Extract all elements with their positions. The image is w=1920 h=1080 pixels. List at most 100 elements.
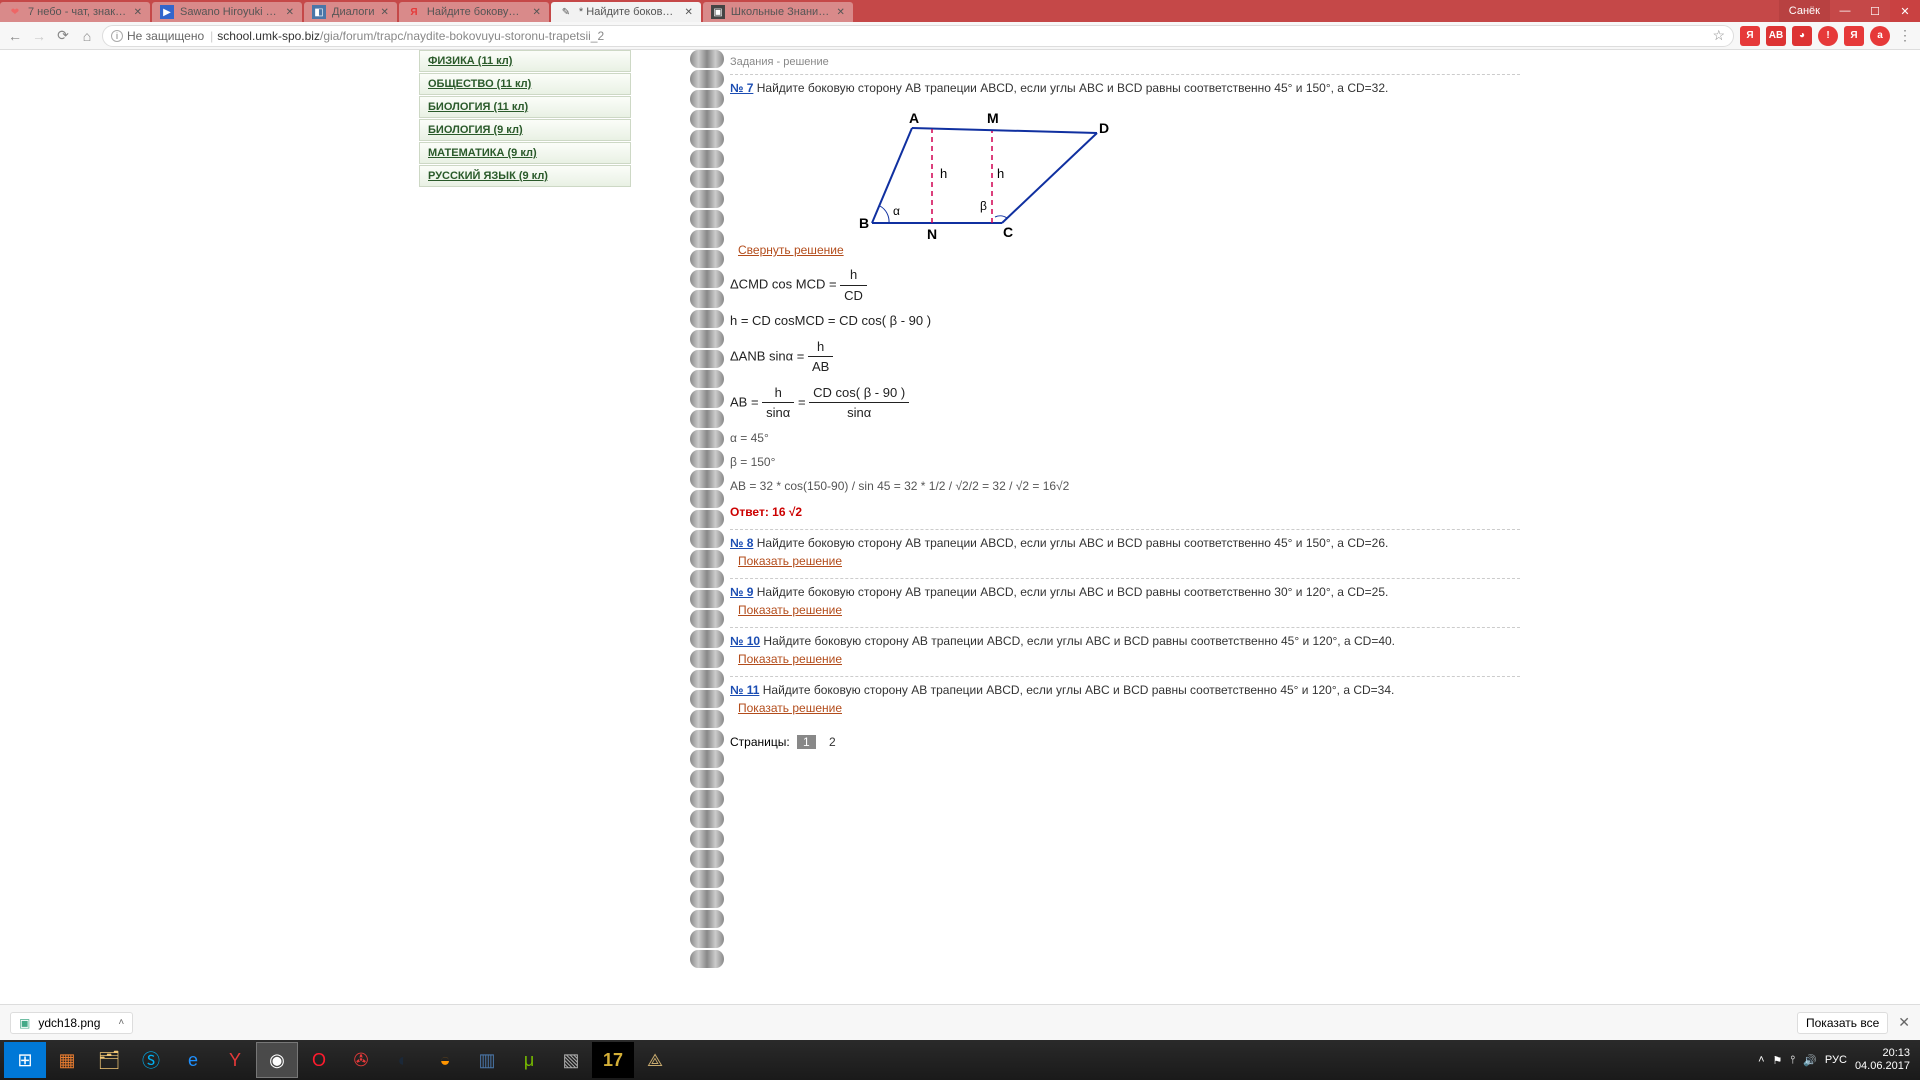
tray-clock[interactable]: 20:13 04.06.2017 xyxy=(1855,1047,1910,1073)
utorrent-icon[interactable]: μ xyxy=(508,1042,550,1078)
tab-title: 7 небо - чат, знакомств xyxy=(28,6,128,18)
ext-y2-icon[interactable]: Я xyxy=(1844,26,1864,46)
tab-3[interactable]: Я Найдите боковую сторо ✕ xyxy=(399,2,549,22)
sidebar-item-2[interactable]: БИОЛОГИЯ (11 кл) xyxy=(419,96,631,118)
show-all-downloads-button[interactable]: Показать все xyxy=(1797,1012,1888,1034)
opera-icon[interactable]: O xyxy=(298,1042,340,1078)
play-icon: ▶ xyxy=(160,5,174,19)
tab-5[interactable]: ▣ Школьные Знания.com ✕ xyxy=(703,2,853,22)
show-solution-link[interactable]: Показать решение xyxy=(738,552,842,570)
close-icon[interactable]: ✕ xyxy=(1898,1014,1910,1031)
office-icon[interactable]: ▦ xyxy=(46,1042,88,1078)
tab-title: Диалоги xyxy=(332,6,375,18)
ie-icon[interactable]: e xyxy=(172,1042,214,1078)
tab-close-icon[interactable]: ✕ xyxy=(381,7,389,18)
reload-icon[interactable]: ⟳ xyxy=(54,27,72,45)
lol-icon[interactable]: ⟁ xyxy=(634,1042,676,1078)
download-item[interactable]: ▣ ydch18.png ˄ xyxy=(10,1012,133,1034)
svg-text:α: α xyxy=(893,204,900,218)
secure-label: Не защищено xyxy=(127,29,204,43)
app-icon[interactable]: ▧ xyxy=(550,1042,592,1078)
back-icon[interactable]: ← xyxy=(6,27,24,45)
fifa-icon[interactable]: 17 xyxy=(592,1042,634,1078)
skype-icon[interactable]: Ⓢ xyxy=(130,1042,172,1078)
sidebar-item-5[interactable]: РУССКИЙ ЯЗЫК (9 кл) xyxy=(419,165,631,187)
problem-text: Найдите боковую сторону AB трапеции ABCD… xyxy=(757,536,1389,550)
tray-up-icon[interactable]: ˄ xyxy=(1758,1054,1764,1066)
svg-text:A: A xyxy=(909,110,919,126)
firefox-icon[interactable]: ◒ xyxy=(424,1042,466,1078)
problem-11: № 11 Найдите боковую сторону AB трапеции… xyxy=(730,676,1520,725)
yandex-icon: Я xyxy=(407,5,421,19)
tab-close-icon[interactable]: ✕ xyxy=(286,7,294,18)
sidebar-item-1[interactable]: ОБЩЕСТВО (11 кл) xyxy=(419,73,631,95)
tab-close-icon[interactable]: ✕ xyxy=(533,7,541,18)
tab-close-icon[interactable]: ✕ xyxy=(134,7,142,18)
window-user[interactable]: Санёк xyxy=(1779,0,1830,22)
ext-yandex-icon[interactable]: Я xyxy=(1740,26,1760,46)
tab-2[interactable]: ◧ Диалоги ✕ xyxy=(304,2,397,22)
tab-1[interactable]: ▶ Sawano Hiroyuki & B... ✕ xyxy=(152,2,302,22)
taskbar: ⊞ ▦ 🗂 Ⓢ e Y ◉ O ✇ ◐ ◒ ▥ μ ▧ 17 ⟁ ˄ ⚑ ⫯ 🔊… xyxy=(0,1040,1920,1080)
download-filename: ydch18.png xyxy=(38,1016,100,1030)
problem-number-link[interactable]: № 7 xyxy=(730,81,753,95)
math-line-2: h = CD cosMCD = CD cos( β - 90 ) xyxy=(730,311,1520,331)
problem-text: Найдите боковую сторону AB трапеции ABCD… xyxy=(763,634,1395,648)
tab-0[interactable]: ❤ 7 небо - чат, знакомств ✕ xyxy=(0,2,150,22)
chrome-icon[interactable]: ◉ xyxy=(256,1042,298,1078)
sidebar-item-3[interactable]: БИОЛОГИЯ (9 кл) xyxy=(419,119,631,141)
chevron-up-icon[interactable]: ˄ xyxy=(118,1017,124,1028)
ccleaner-icon[interactable]: ✇ xyxy=(340,1042,382,1078)
yandex-browser-icon[interactable]: Y xyxy=(214,1042,256,1078)
svg-text:N: N xyxy=(927,226,937,242)
show-solution-link[interactable]: Показать решение xyxy=(738,699,842,717)
menu-icon[interactable]: ⋮ xyxy=(1896,27,1914,45)
problem-number-link[interactable]: № 11 xyxy=(730,683,759,697)
tab-close-icon[interactable]: ✕ xyxy=(837,7,845,18)
show-solution-link[interactable]: Показать решение xyxy=(738,650,842,668)
sidebar-item-4[interactable]: МАТЕМАТИКА (9 кл) xyxy=(419,142,631,164)
main-content: Задания - решение № 7 Найдите боковую ст… xyxy=(730,50,1520,749)
start-icon[interactable]: ⊞ xyxy=(4,1042,46,1078)
problem-number-link[interactable]: № 10 xyxy=(730,634,760,648)
tab-4[interactable]: ✎ * Найдите боковую сто ✕ xyxy=(551,2,701,22)
ext-q-icon[interactable]: ◕ xyxy=(1792,26,1812,46)
tray-flag-icon[interactable]: ⚑ xyxy=(1773,1054,1783,1067)
ext-round-icon[interactable]: ! xyxy=(1818,26,1838,46)
star-icon[interactable]: ☆ xyxy=(1712,27,1725,44)
sidebar-item-0[interactable]: ФИЗИКА (11 кл) xyxy=(419,50,631,72)
address-bar[interactable]: i Не защищено | school.umk-spo.biz/gia/f… xyxy=(102,25,1734,47)
explorer-icon[interactable]: 🗂 xyxy=(88,1042,130,1078)
home-icon[interactable]: ⌂ xyxy=(78,27,96,45)
tabs-row: ❤ 7 небо - чат, знакомств ✕ ▶ Sawano Hir… xyxy=(0,0,1779,22)
pagination-label: Страницы: xyxy=(730,735,790,749)
tray-network-icon[interactable]: ⫯ xyxy=(1790,1054,1795,1067)
svg-text:D: D xyxy=(1099,120,1109,136)
url-text: school.umk-spo.biz/gia/forum/trapc/naydi… xyxy=(217,29,1712,43)
tray-lang[interactable]: РУС xyxy=(1825,1054,1847,1066)
vm-icon[interactable]: ▥ xyxy=(466,1042,508,1078)
znanija-icon: ▣ xyxy=(711,5,725,19)
steam-icon[interactable]: ◐ xyxy=(382,1042,424,1078)
download-bar: ▣ ydch18.png ˄ Показать все ✕ xyxy=(0,1004,1920,1040)
svg-text:h: h xyxy=(997,166,1004,181)
collapse-solution-link[interactable]: Свернуть решение xyxy=(738,241,844,259)
problem-number-link[interactable]: № 9 xyxy=(730,585,753,599)
ext-adblock-icon[interactable]: AB xyxy=(1766,26,1786,46)
minimize-button[interactable]: ― xyxy=(1830,0,1860,22)
page-link-2[interactable]: 2 xyxy=(823,735,842,749)
answer-text: Ответ: 16 √2 xyxy=(730,503,1520,521)
tab-title: * Найдите боковую сто xyxy=(579,6,679,18)
maximize-button[interactable]: ☐ xyxy=(1860,0,1890,22)
info-icon[interactable]: i xyxy=(111,30,123,42)
ext-av-icon[interactable]: а xyxy=(1870,26,1890,46)
tab-close-icon[interactable]: ✕ xyxy=(685,7,693,18)
subject-sidebar: ФИЗИКА (11 кл) ОБЩЕСТВО (11 кл) БИОЛОГИЯ… xyxy=(419,50,631,188)
math-line-3: ΔANB sinα = hAB xyxy=(730,337,1520,377)
tray-sound-icon[interactable]: 🔊 xyxy=(1803,1054,1817,1067)
problem-number-link[interactable]: № 8 xyxy=(730,536,753,550)
heart-icon: ❤ xyxy=(8,5,22,19)
forward-icon[interactable]: → xyxy=(30,27,48,45)
show-solution-link[interactable]: Показать решение xyxy=(738,601,842,619)
close-button[interactable]: ✕ xyxy=(1890,0,1920,22)
